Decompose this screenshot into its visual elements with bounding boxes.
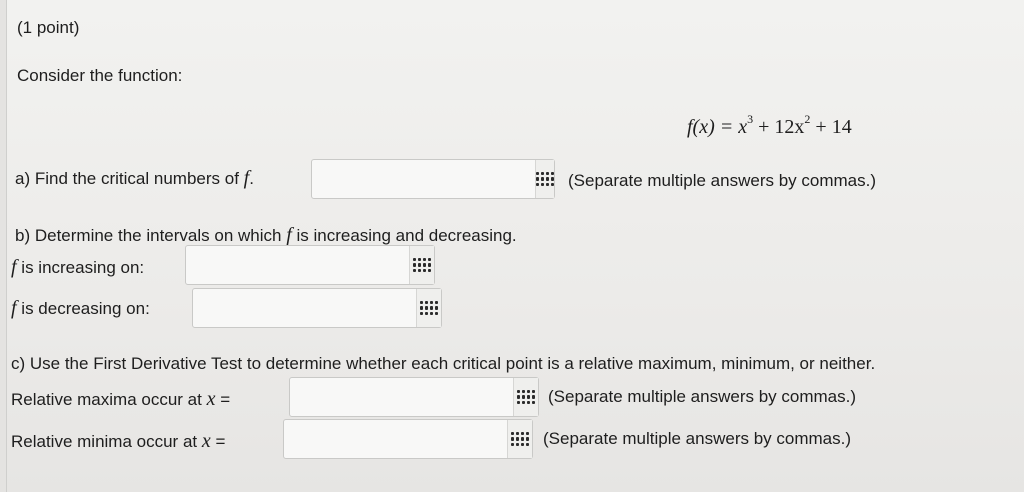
critical-numbers-answer-box: [311, 159, 555, 199]
increasing-answer-box: [185, 245, 435, 285]
decreasing-answer-box: [192, 288, 442, 328]
critical-numbers-input[interactable]: [312, 160, 535, 198]
decreasing-label: f is decreasing on:: [11, 297, 150, 320]
minima-answer-box: [283, 419, 533, 459]
grid-palette-icon: [413, 258, 431, 272]
part-b-question: b) Determine the intervals on which f is…: [15, 224, 517, 247]
maxima-label: Relative maxima occur at x =: [11, 388, 230, 411]
maxima-hint: (Separate multiple answers by commas.): [548, 387, 857, 406]
problem-panel: (1 point) Consider the function: f(x) = …: [6, 0, 1024, 492]
decreasing-label-text: is decreasing on:: [16, 299, 150, 318]
equation-palette-button[interactable]: [409, 246, 434, 284]
points-label: (1 point): [17, 18, 80, 37]
increasing-label-text: is increasing on:: [16, 258, 145, 277]
part-a-hint: (Separate multiple answers by commas.): [568, 171, 877, 190]
equation-palette-button[interactable]: [513, 378, 538, 416]
formula-exp1: 3: [747, 112, 754, 127]
relative-minima-input[interactable]: [284, 420, 507, 458]
equation-palette-button[interactable]: [416, 289, 441, 327]
minima-hint: (Separate multiple answers by commas.): [543, 429, 852, 448]
formula-mid: + 12x: [753, 116, 805, 138]
intro-text: Consider the function:: [17, 66, 183, 85]
relative-maxima-input[interactable]: [290, 378, 513, 416]
formula-tail: + 14: [810, 116, 852, 138]
minima-label: Relative minima occur at x =: [11, 430, 225, 453]
formula-exp2: 2: [804, 112, 811, 127]
grid-palette-icon: [420, 301, 438, 315]
minima-var: x: [201, 430, 211, 452]
formula-lhs: f(x) = x: [687, 116, 748, 138]
part-a-period: .: [249, 169, 254, 188]
maxima-answer-box: [289, 377, 539, 417]
grid-palette-icon: [536, 172, 554, 186]
part-c-question: c) Use the First Derivative Test to dete…: [11, 354, 876, 373]
maxima-label-text: Relative maxima occur at: [11, 390, 207, 409]
increasing-label: f is increasing on:: [11, 256, 144, 279]
part-a-label-text: a) Find the critical numbers of: [15, 169, 244, 188]
maxima-eq: =: [215, 390, 231, 409]
decreasing-interval-input[interactable]: [193, 289, 416, 327]
minima-label-text: Relative minima occur at: [11, 432, 202, 451]
equation-palette-button[interactable]: [507, 420, 532, 458]
grid-palette-icon: [517, 390, 535, 404]
grid-palette-icon: [511, 432, 529, 446]
function-formula: f(x) = x3 + 12x2 + 14: [687, 113, 852, 139]
increasing-interval-input[interactable]: [186, 246, 409, 284]
part-b-question-end: is increasing and decreasing.: [291, 226, 517, 245]
equation-palette-button[interactable]: [535, 160, 554, 198]
part-a-label: a) Find the critical numbers of f.: [15, 167, 254, 190]
part-b-question-text: b) Determine the intervals on which: [15, 226, 287, 245]
minima-eq: =: [210, 432, 226, 451]
